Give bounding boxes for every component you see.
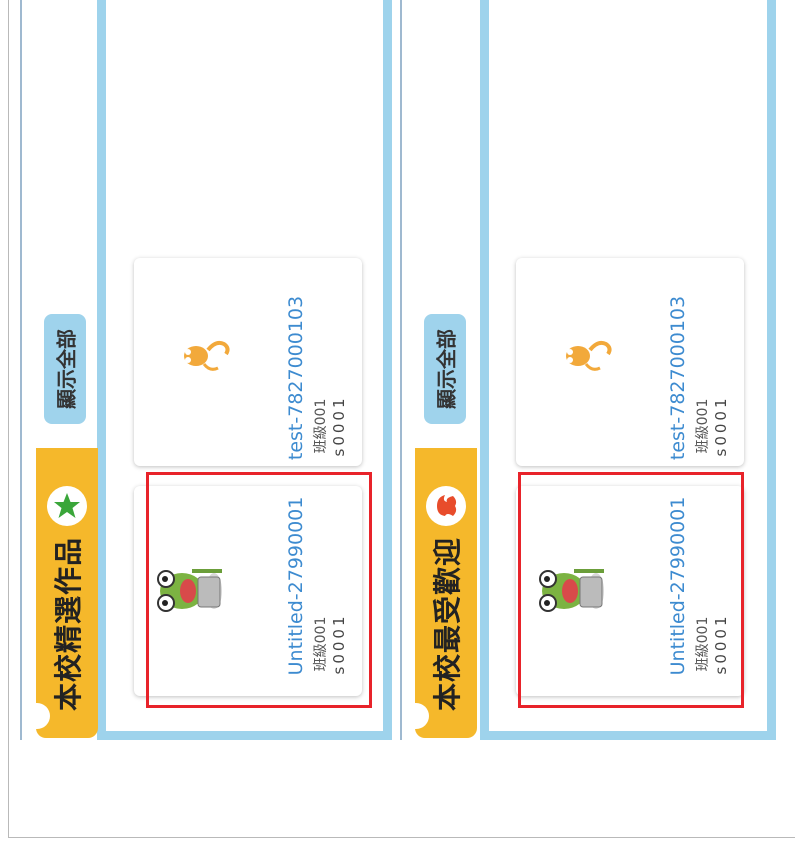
- section-divider: [20, 0, 22, 740]
- project-class: 班級001: [695, 398, 711, 454]
- show-all-label: 顯示全部: [54, 329, 79, 409]
- tab-notch: [407, 703, 429, 729]
- featured-show-all-button[interactable]: 顯示全部: [44, 314, 86, 424]
- section-divider: [400, 0, 402, 740]
- cat-icon: [556, 330, 616, 384]
- featured-header-tab: 本校精選作品: [28, 448, 98, 738]
- popular-show-all-button[interactable]: 顯示全部: [424, 314, 466, 424]
- project-title-link[interactable]: test-7827000103: [667, 296, 689, 460]
- selection-highlight: [146, 472, 372, 708]
- tab-notch: [28, 703, 50, 729]
- project-card[interactable]: test-7827000103 班級001 s0001: [134, 258, 362, 466]
- project-user: s0001: [712, 395, 730, 457]
- popular-title: 本校最受歡迎: [431, 536, 464, 712]
- selection-highlight: [518, 472, 744, 708]
- project-user: s0001: [330, 395, 348, 457]
- project-class: 班級001: [313, 398, 329, 454]
- project-card[interactable]: test-7827000103 班級001 s0001: [516, 258, 744, 466]
- project-title-link[interactable]: test-7827000103: [285, 296, 307, 460]
- show-all-label: 顯示全部: [434, 329, 459, 409]
- flame-icon: [426, 486, 466, 526]
- featured-title: 本校精選作品: [52, 536, 85, 712]
- cat-icon: [174, 330, 234, 384]
- popular-header-tab: 本校最受歡迎: [407, 448, 477, 738]
- star-icon: [47, 486, 87, 526]
